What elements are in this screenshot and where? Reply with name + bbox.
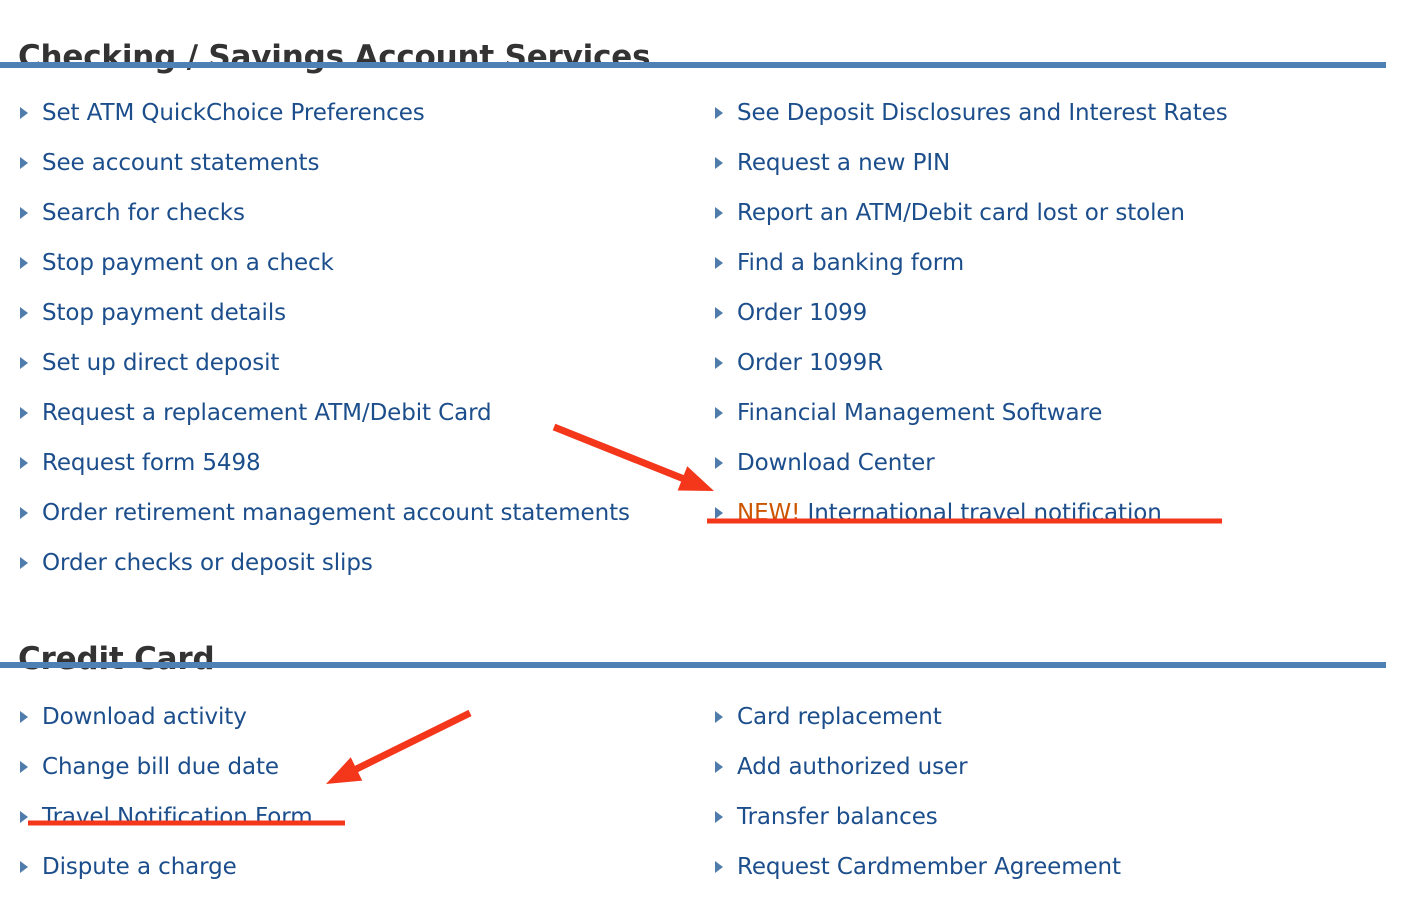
bullet-arrow-icon xyxy=(20,307,28,319)
link-dispute-a-charge[interactable]: Dispute a charge xyxy=(42,855,237,879)
link-order-1099[interactable]: Order 1099 xyxy=(737,301,867,325)
bullet-arrow-icon xyxy=(20,507,28,519)
link-international-travel-notification-text: International travel notification xyxy=(800,499,1162,526)
list-item-highlighted[interactable]: NEW! International travel notification xyxy=(713,488,1228,538)
link-order-retirement-management-account-statements[interactable]: Order retirement management account stat… xyxy=(42,501,630,525)
link-add-authorized-user[interactable]: Add authorized user xyxy=(737,755,968,779)
list-item[interactable]: Order 1099R xyxy=(713,338,1228,388)
bullet-arrow-icon xyxy=(20,407,28,419)
list-item[interactable]: Set ATM QuickChoice Preferences xyxy=(18,88,630,138)
list-item[interactable]: Request a new PIN xyxy=(713,138,1228,188)
link-see-deposit-disclosures-and-interest-rates[interactable]: See Deposit Disclosures and Interest Rat… xyxy=(737,101,1228,125)
link-download-center[interactable]: Download Center xyxy=(737,451,935,475)
bullet-arrow-icon xyxy=(20,811,28,823)
link-change-bill-due-date[interactable]: Change bill due date xyxy=(42,755,279,779)
section-divider-credit-card xyxy=(0,662,1386,668)
arrow-to-travel-notification-form-shaft xyxy=(346,709,472,777)
section-title-checking-savings: Checking / Savings Account Services xyxy=(18,38,651,75)
link-card-replacement[interactable]: Card replacement xyxy=(737,705,942,729)
list-item[interactable]: Report an ATM/Debit card lost or stolen xyxy=(713,188,1228,238)
link-search-for-checks[interactable]: Search for checks xyxy=(42,201,245,225)
list-item[interactable]: Stop payment details xyxy=(18,288,630,338)
bullet-arrow-icon xyxy=(715,107,723,119)
list-item[interactable]: Download activity xyxy=(18,692,313,742)
link-travel-notification-form[interactable]: Travel Notification Form xyxy=(42,805,313,829)
credit-card-right-column: Card replacement Add authorized user Tra… xyxy=(713,692,1121,892)
list-item-highlighted[interactable]: Travel Notification Form xyxy=(18,792,313,842)
list-item[interactable]: Request form 5498 xyxy=(18,438,630,488)
link-financial-management-software[interactable]: Financial Management Software xyxy=(737,401,1102,425)
list-item[interactable]: Card replacement xyxy=(713,692,1121,742)
list-item[interactable]: Request Cardmember Agreement xyxy=(713,842,1121,892)
link-order-checks-or-deposit-slips[interactable]: Order checks or deposit slips xyxy=(42,551,373,575)
list-item[interactable]: Change bill due date xyxy=(18,742,313,792)
list-item[interactable]: Add authorized user xyxy=(713,742,1121,792)
list-item[interactable]: See account statements xyxy=(18,138,630,188)
list-item[interactable]: See Deposit Disclosures and Interest Rat… xyxy=(713,88,1228,138)
bullet-arrow-icon xyxy=(20,357,28,369)
link-set-atm-quickchoice-preferences[interactable]: Set ATM QuickChoice Preferences xyxy=(42,101,425,125)
list-item[interactable]: Transfer balances xyxy=(713,792,1121,842)
bullet-arrow-icon xyxy=(20,761,28,773)
bullet-arrow-icon xyxy=(715,357,723,369)
section-divider-checking-savings xyxy=(0,62,1386,68)
list-item[interactable]: Order retirement management account stat… xyxy=(18,488,630,538)
link-report-an-atm-debit-card-lost-or-stolen[interactable]: Report an ATM/Debit card lost or stolen xyxy=(737,201,1185,225)
link-see-account-statements[interactable]: See account statements xyxy=(42,151,319,175)
bullet-arrow-icon xyxy=(20,157,28,169)
link-international-travel-notification[interactable]: NEW! International travel notification xyxy=(737,499,1162,526)
link-set-up-direct-deposit[interactable]: Set up direct deposit xyxy=(42,351,279,375)
list-item[interactable]: Order checks or deposit slips xyxy=(18,538,630,588)
bullet-arrow-icon xyxy=(715,307,723,319)
credit-card-left-column: Download activity Change bill due date T… xyxy=(18,692,313,892)
bullet-arrow-icon xyxy=(20,257,28,269)
link-request-form-5498[interactable]: Request form 5498 xyxy=(42,451,261,475)
bullet-arrow-icon xyxy=(715,407,723,419)
bullet-arrow-icon xyxy=(715,711,723,723)
arrow-to-travel-notification-form-head xyxy=(326,757,363,784)
checking-savings-left-column: Set ATM QuickChoice Preferences See acco… xyxy=(18,88,630,588)
bullet-arrow-icon xyxy=(20,557,28,569)
bullet-arrow-icon xyxy=(715,507,723,519)
bullet-arrow-icon xyxy=(715,457,723,469)
link-stop-payment-on-a-check[interactable]: Stop payment on a check xyxy=(42,251,334,275)
new-badge-label: NEW! xyxy=(737,499,801,526)
link-request-a-new-pin[interactable]: Request a new PIN xyxy=(737,151,950,175)
bullet-arrow-icon xyxy=(715,761,723,773)
list-item[interactable]: Set up direct deposit xyxy=(18,338,630,388)
bullet-arrow-icon xyxy=(20,861,28,873)
link-find-a-banking-form[interactable]: Find a banking form xyxy=(737,251,964,275)
bullet-arrow-icon xyxy=(715,861,723,873)
bullet-arrow-icon xyxy=(715,257,723,269)
link-transfer-balances[interactable]: Transfer balances xyxy=(737,805,938,829)
list-item[interactable]: Stop payment on a check xyxy=(18,238,630,288)
link-stop-payment-details[interactable]: Stop payment details xyxy=(42,301,286,325)
link-download-activity[interactable]: Download activity xyxy=(42,705,247,729)
bullet-arrow-icon xyxy=(715,207,723,219)
link-request-cardmember-agreement[interactable]: Request Cardmember Agreement xyxy=(737,855,1121,879)
list-item[interactable]: Dispute a charge xyxy=(18,842,313,892)
list-item[interactable]: Download Center xyxy=(713,438,1228,488)
bullet-arrow-icon xyxy=(20,207,28,219)
bullet-arrow-icon xyxy=(20,457,28,469)
bullet-arrow-icon xyxy=(715,811,723,823)
list-item[interactable]: Order 1099 xyxy=(713,288,1228,338)
link-order-1099r[interactable]: Order 1099R xyxy=(737,351,883,375)
list-item[interactable]: Financial Management Software xyxy=(713,388,1228,438)
bullet-arrow-icon xyxy=(20,711,28,723)
arrow-to-international-travel-notification-head xyxy=(677,466,714,491)
list-item[interactable]: Search for checks xyxy=(18,188,630,238)
checking-savings-right-column: See Deposit Disclosures and Interest Rat… xyxy=(713,88,1228,538)
link-request-a-replacement-atm-debit-card[interactable]: Request a replacement ATM/Debit Card xyxy=(42,401,492,425)
account-services-page: Checking / Savings Account Services Set … xyxy=(0,0,1406,914)
bullet-arrow-icon xyxy=(20,107,28,119)
list-item[interactable]: Find a banking form xyxy=(713,238,1228,288)
list-item[interactable]: Request a replacement ATM/Debit Card xyxy=(18,388,630,438)
section-title-credit-card: Credit Card xyxy=(18,640,215,677)
bullet-arrow-icon xyxy=(715,157,723,169)
